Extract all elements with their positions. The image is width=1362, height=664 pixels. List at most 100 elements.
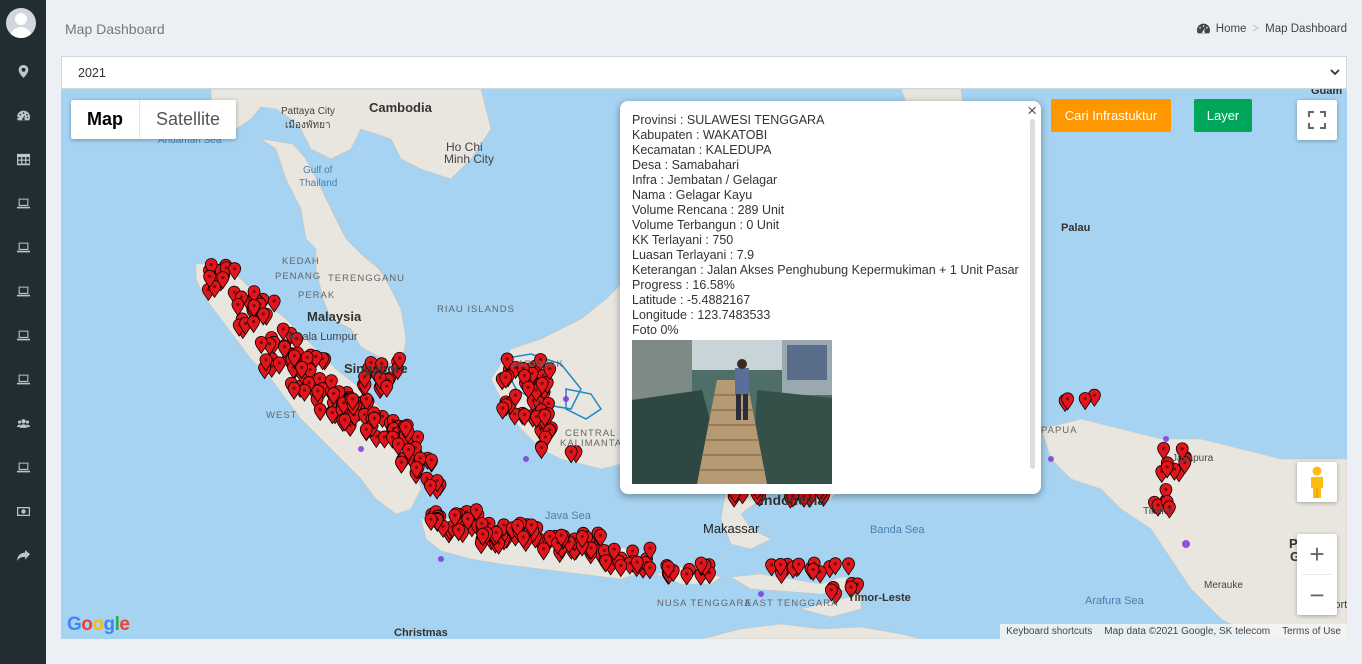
map-marker-dot — [530, 371, 534, 375]
map-marker-dot — [1165, 465, 1169, 469]
zoom-control: + − — [1297, 534, 1337, 615]
map-marker-dot — [504, 375, 508, 379]
laptop-icon[interactable] — [0, 225, 46, 269]
map-marker[interactable] — [496, 401, 510, 420]
map-marker-dot — [390, 435, 395, 439]
map-marker-dot — [602, 548, 606, 553]
street-view-pegman[interactable] — [1297, 462, 1337, 502]
zoom-out-button[interactable]: − — [1297, 575, 1337, 615]
map-marker-dot — [252, 290, 256, 294]
breadcrumb-home-link[interactable]: Home — [1216, 23, 1247, 35]
chevron-down-icon — [1330, 69, 1340, 76]
map-marker-dot — [318, 407, 322, 412]
table-icon[interactable] — [0, 137, 46, 181]
users-icon[interactable] — [0, 401, 46, 445]
map-marker-dot — [398, 356, 402, 360]
map-marker-icon[interactable] — [0, 49, 46, 93]
map-type-satellite-button[interactable]: Satellite — [139, 100, 236, 139]
map-marker-dot — [251, 319, 256, 324]
search-infrastructure-button[interactable]: Cari Infrastuktur — [1051, 99, 1171, 132]
map-marker-dot — [329, 379, 334, 383]
place-label: Timika — [1143, 506, 1173, 517]
zoom-in-button[interactable]: + — [1297, 534, 1337, 574]
map-marker-dot — [513, 393, 518, 397]
map-marker-dot — [435, 478, 439, 483]
map-type-map-button[interactable]: Map — [71, 100, 139, 139]
map-marker-dot — [699, 561, 703, 565]
info-line-kk-terlayani: KK Terlayani : 750 — [632, 233, 734, 247]
laptop-icon[interactable] — [0, 269, 46, 313]
place-label: Gulf of — [303, 165, 333, 176]
map-marker-dot — [212, 284, 217, 289]
map-marker[interactable] — [1078, 392, 1092, 411]
map-marker-dot — [548, 534, 552, 538]
map-marker-dot — [305, 355, 309, 359]
share-icon[interactable] — [0, 533, 46, 577]
avatar[interactable] — [6, 8, 36, 38]
map-marker-dot — [330, 411, 334, 415]
map-marker-dot — [619, 563, 623, 568]
info-line-kabupaten: Kabupaten : WAKATOBI — [632, 128, 768, 142]
place-label: Arafura Sea — [1085, 595, 1144, 607]
place-label: Thailand — [299, 178, 338, 189]
money-icon[interactable] — [0, 489, 46, 533]
map-marker-dot — [221, 276, 225, 280]
place-label: PAPUA — [1041, 425, 1078, 436]
map-marker-dot — [416, 435, 420, 439]
map-marker-dot — [252, 303, 256, 308]
terms-of-use-link[interactable]: Terms of Use — [1282, 626, 1341, 637]
map-marker[interactable] — [535, 441, 548, 460]
laptop-icon[interactable] — [0, 181, 46, 225]
map-marker-dot — [343, 418, 347, 422]
close-icon[interactable]: × — [1027, 101, 1037, 121]
laptop-icon[interactable] — [0, 445, 46, 489]
map-marker-dot — [457, 528, 461, 532]
laptop-icon[interactable] — [0, 313, 46, 357]
map-marker-dot — [282, 345, 287, 349]
map-marker-dot — [209, 262, 213, 267]
google-logo: Google — [67, 614, 130, 635]
map-marker-dot — [516, 523, 520, 527]
map-marker-dot — [382, 435, 387, 439]
map-marker-dot — [364, 427, 368, 431]
map-marker-dot — [534, 414, 539, 419]
info-line-latitude: Latitude : -5.4882167 — [632, 293, 751, 307]
map-marker-dot — [529, 523, 534, 527]
place-label: Kuala Lumpur — [289, 331, 358, 343]
map-marker-dot — [666, 565, 670, 569]
map-canvas[interactable]: Cambodia Pattaya City เมืองพัทยา Andaman… — [61, 89, 1347, 639]
map-marker-dot — [236, 302, 240, 307]
info-line-provinsi: Provinsi : SULAWESI TENGGARA — [632, 113, 825, 127]
map-marker-dot — [829, 588, 833, 592]
map-marker-dot — [399, 460, 404, 464]
place-label: PERAK — [298, 290, 336, 301]
map-marker-dot — [505, 357, 509, 361]
map-marker-dot — [474, 508, 479, 512]
layer-button[interactable]: Layer — [1194, 99, 1252, 132]
map-marker-dot — [522, 373, 527, 378]
dashboard-icon — [1196, 23, 1210, 34]
map-marker-dot — [612, 547, 616, 551]
map-marker-dot — [539, 445, 544, 450]
dashboard-icon[interactable] — [0, 93, 46, 137]
map-marker-dot — [648, 566, 652, 570]
place-label: SARAWAK — [510, 359, 564, 370]
map-marker[interactable] — [643, 561, 657, 580]
keyboard-shortcuts-link[interactable]: Keyboard shortcuts — [1006, 626, 1092, 637]
map-marker-dot — [534, 388, 538, 392]
map-marker[interactable] — [842, 557, 855, 576]
map-marker-dot — [441, 524, 445, 528]
map-marker-dot — [604, 559, 608, 563]
info-scrollbar[interactable] — [1030, 119, 1035, 469]
map-marker-dot — [481, 532, 485, 536]
info-line-foto: Foto 0% — [632, 323, 679, 337]
map-marker-dot — [261, 312, 265, 316]
fullscreen-button[interactable] — [1297, 100, 1337, 140]
place-label: PENANG — [275, 271, 322, 282]
place-label: Jayapura — [1172, 453, 1214, 464]
year-select[interactable]: 2021 — [61, 56, 1347, 89]
map-marker-dot — [268, 342, 272, 346]
laptop-icon[interactable] — [0, 357, 46, 401]
map-marker-dot — [233, 267, 237, 271]
place-label: WEST — [266, 410, 298, 421]
